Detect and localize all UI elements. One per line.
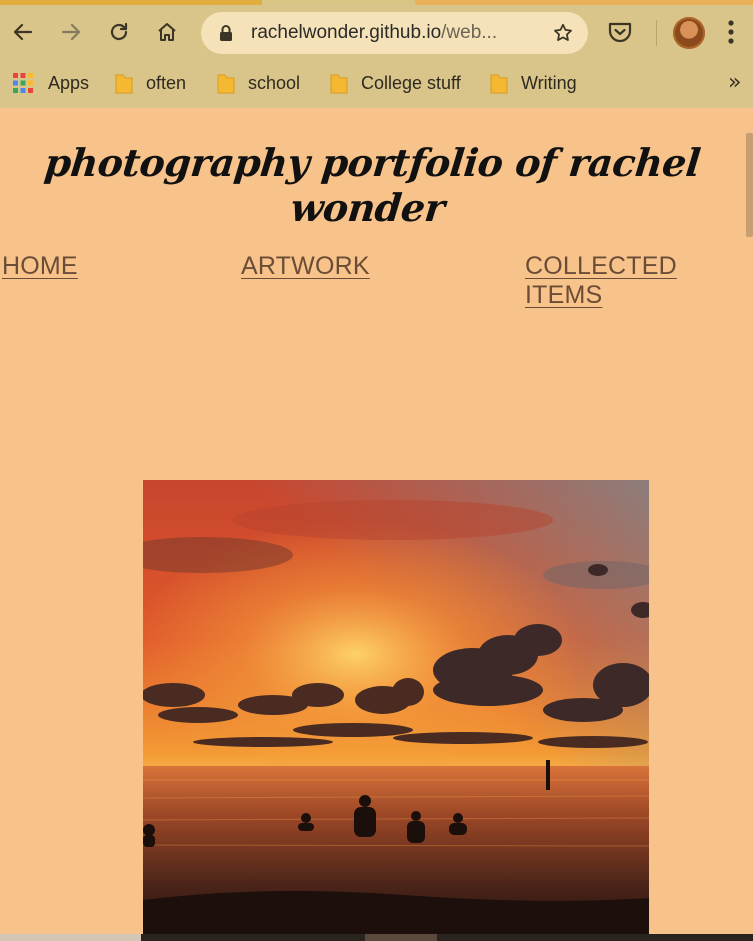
kebab-menu-icon[interactable] (727, 18, 735, 46)
bookmark-label: Apps (48, 72, 90, 93)
nav-link-collected-items[interactable]: COLLECTED ITEMS (525, 252, 753, 310)
folder-icon (330, 74, 348, 94)
folder-icon (490, 74, 508, 94)
vertical-scrollbar-thumb[interactable] (746, 133, 753, 237)
profile-avatar[interactable] (673, 17, 705, 49)
bookmark-label: College stuff (361, 72, 461, 93)
bookmark-writing[interactable]: Writing (489, 70, 577, 96)
nav-link-home[interactable]: HOME (2, 252, 78, 281)
bookmark-label: often (146, 72, 187, 93)
bookmarks-overflow-button[interactable]: » (728, 70, 741, 95)
bookmark-star-icon[interactable] (552, 22, 574, 44)
url-host: rachelwonder.github.io (251, 22, 442, 43)
toolbar-divider (656, 20, 657, 46)
bookmark-college-stuff[interactable]: College stuff (329, 70, 461, 96)
url-path: /web... (441, 22, 498, 43)
folder-icon (115, 74, 133, 94)
forward-button[interactable] (56, 17, 86, 47)
home-icon (158, 23, 176, 41)
horizontal-scrollbar-thumb[interactable] (365, 934, 437, 941)
reload-button[interactable] (104, 17, 134, 47)
home-button[interactable] (152, 17, 182, 47)
bookmark-often[interactable]: often (114, 70, 186, 96)
url-text[interactable]: rachelwonder.github.io/web... (251, 21, 497, 45)
nav-link-artwork[interactable]: ARTWORK (241, 252, 370, 281)
horizontal-scrollbar-track (141, 934, 753, 941)
bookmarks-bar: Apps often school College stuff Writing … (0, 62, 753, 108)
pocket-icon[interactable] (607, 20, 633, 44)
bookmark-apps[interactable]: Apps (12, 70, 89, 96)
site-title: photography portfolio of rachel wonder (42, 140, 703, 230)
bookmark-school[interactable]: school (216, 70, 300, 96)
bookmark-label: Writing (521, 72, 577, 93)
back-button[interactable] (8, 17, 38, 47)
folder-icon (217, 74, 235, 94)
sunset-photo-graphic (143, 480, 649, 934)
sunset-photo (143, 480, 649, 934)
horizontal-scrollbar[interactable] (0, 934, 753, 941)
reload-icon (110, 22, 128, 41)
back-arrow-icon (13, 23, 33, 41)
apps-grid-icon (13, 73, 33, 93)
forward-arrow-icon (61, 23, 81, 41)
bookmark-label: school (248, 72, 301, 93)
lock-icon[interactable] (218, 24, 234, 42)
address-bar[interactable]: rachelwonder.github.io/web... (201, 12, 588, 54)
browser-toolbar: rachelwonder.github.io/web... (0, 5, 753, 62)
